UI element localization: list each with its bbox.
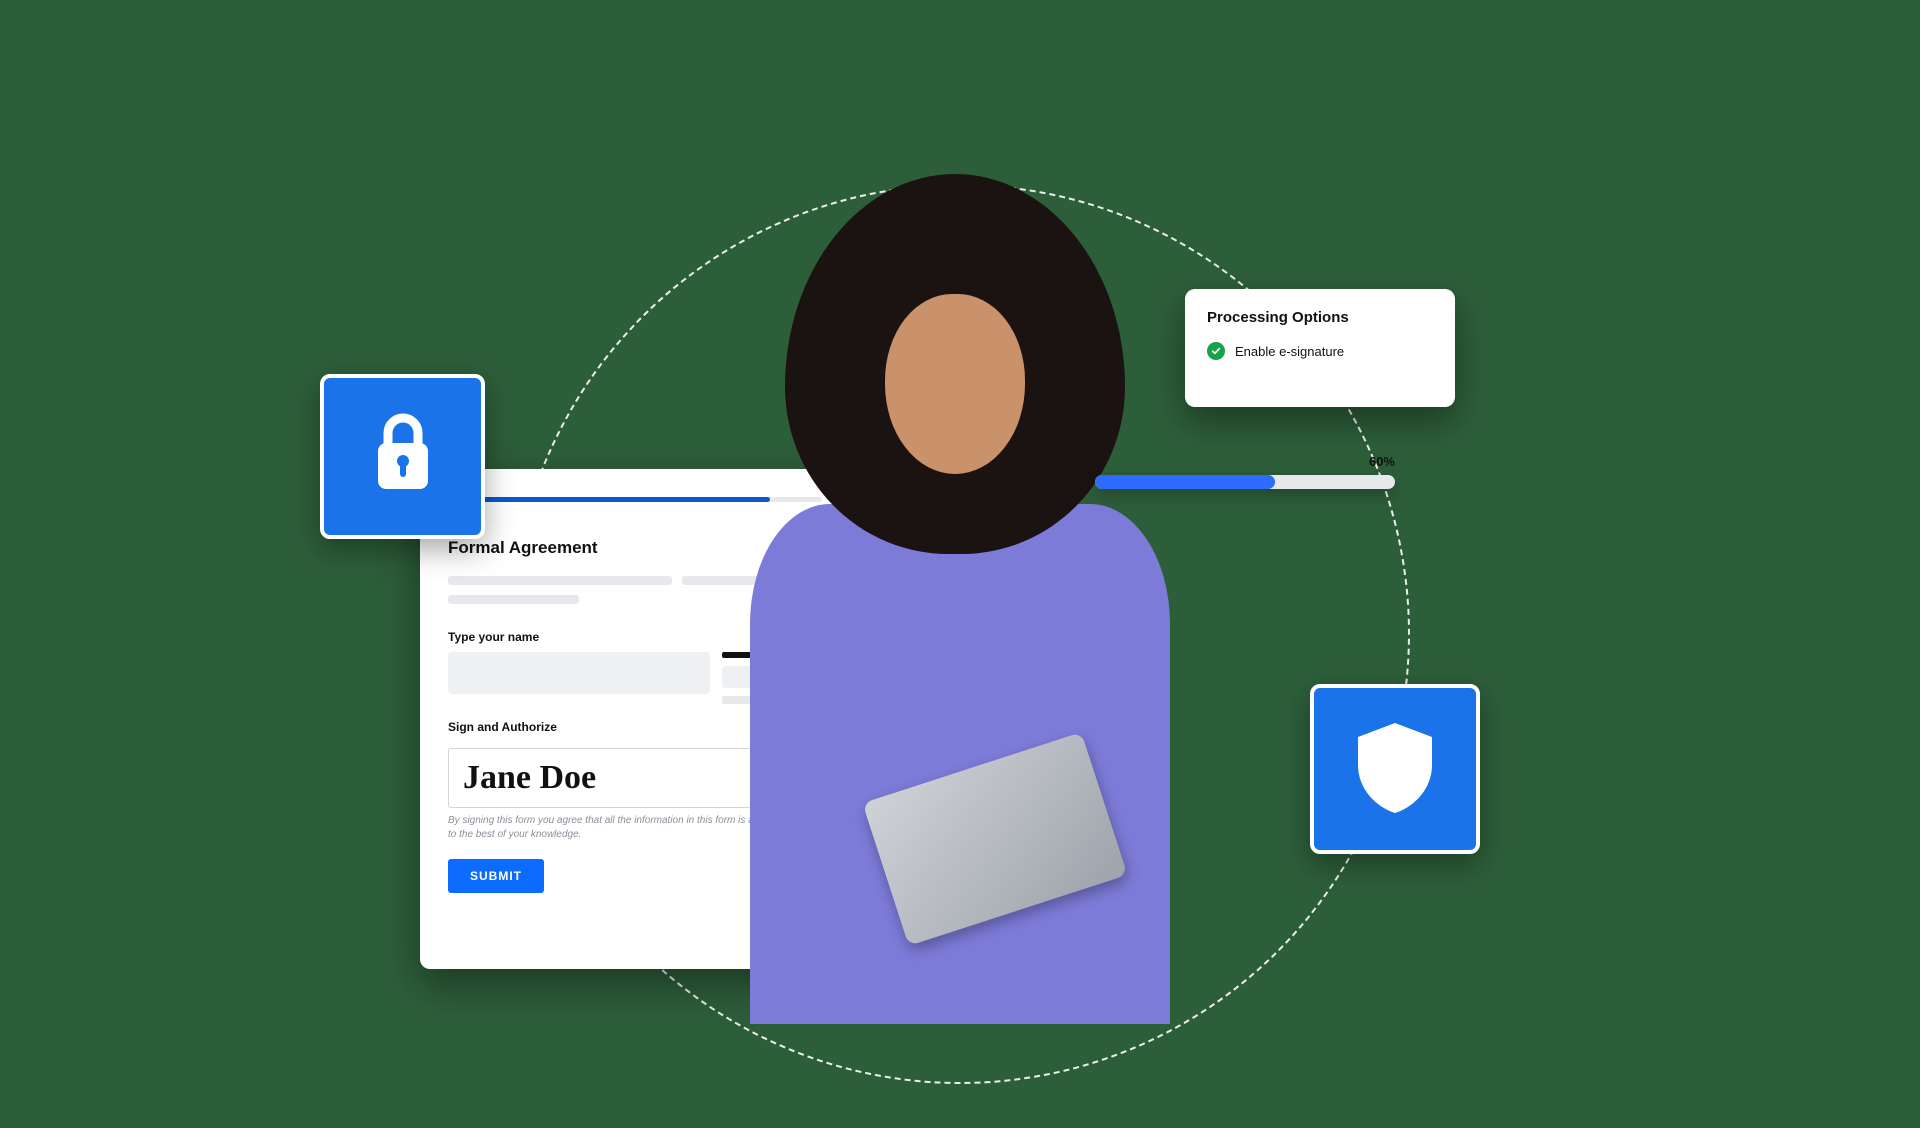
upload-progress: 60% xyxy=(1095,454,1395,489)
processing-options-card: Processing Options Enable e-signature xyxy=(1185,289,1455,407)
enable-esignature-option[interactable]: Enable e-signature xyxy=(1207,342,1433,360)
upload-progress-fill xyxy=(1095,475,1275,489)
skeleton-line xyxy=(448,576,672,585)
upload-progress-percent: 60% xyxy=(1095,454,1395,469)
check-circle-icon xyxy=(1207,342,1225,360)
upload-progress-track xyxy=(1095,475,1395,489)
skeleton-line xyxy=(448,595,579,604)
submit-button[interactable]: SUBMIT xyxy=(448,859,544,893)
signature-value: Jane Doe xyxy=(463,759,596,797)
person-illustration xyxy=(670,144,1230,1014)
shield-icon xyxy=(1350,717,1440,822)
processing-options-title: Processing Options xyxy=(1207,309,1433,326)
enable-esignature-label: Enable e-signature xyxy=(1235,344,1344,359)
lock-icon xyxy=(368,409,438,504)
shield-tile xyxy=(1310,684,1480,854)
lock-tile xyxy=(320,374,485,539)
